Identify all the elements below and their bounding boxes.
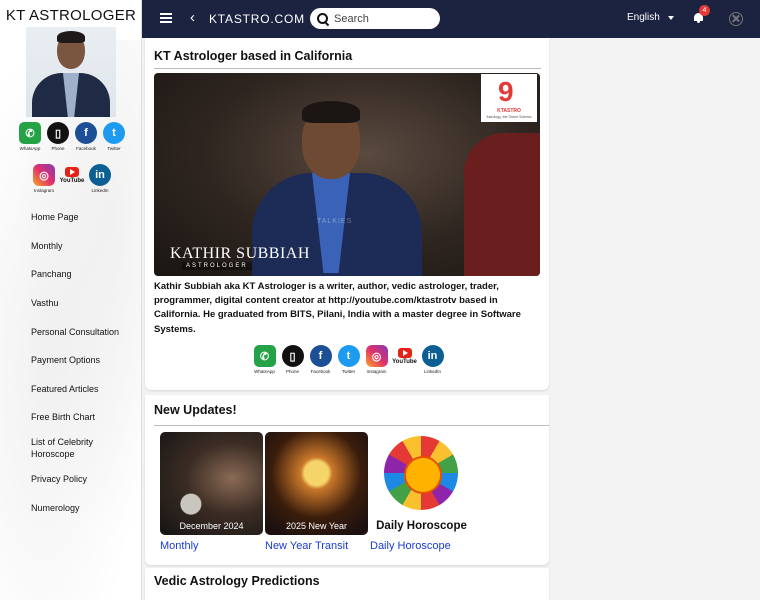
close-circle-icon[interactable] (729, 12, 743, 26)
search-box[interactable] (310, 8, 440, 29)
language-selector[interactable]: English (627, 12, 660, 23)
updates-card: New Updates! December 2024 Monthly 2025 … (145, 395, 549, 565)
vedic-title: Vedic Astrology Predictions (154, 574, 320, 588)
facebook-link[interactable]: f Facebook (308, 345, 333, 374)
facebook-icon: f (75, 122, 97, 144)
update-item-new-year[interactable]: 2025 New Year New Year Transit (265, 432, 368, 552)
linkedin-icon: in (89, 164, 111, 186)
update-link-monthly[interactable]: Monthly (160, 540, 263, 552)
sidebar-linkedin-link[interactable]: in LinkedIn (88, 164, 112, 193)
linkedin-icon: in (421, 345, 444, 367)
update-link-daily-horoscope[interactable]: Daily Horoscope (370, 540, 473, 552)
intro-divider (154, 68, 541, 69)
intro-card: KT Astrologer based in California TALKIE… (145, 38, 549, 390)
phone-link[interactable]: ▯ Phone (280, 345, 305, 374)
search-input[interactable] (334, 12, 434, 25)
phone-icon: ▯ (47, 122, 69, 144)
zodiac-wheel-icon (384, 436, 458, 510)
update-item-monthly[interactable]: December 2024 Monthly (160, 432, 263, 552)
main-content: KT Astrologer based in California TALKIE… (145, 38, 549, 600)
sidebar-social-top: ✆ WhatsApp ▯ Phone f Facebook t Twitter (18, 122, 126, 151)
youtube-link[interactable]: YouTube (392, 345, 417, 374)
instagram-link[interactable]: ◎ Instagram (364, 345, 389, 374)
twitter-icon: t (337, 345, 360, 367)
update-thumbnail[interactable]: Daily Horoscope (370, 432, 473, 535)
vedic-card: Vedic Astrology Predictions (145, 568, 549, 600)
nav-free-birth-chart[interactable]: Free Birth Chart (31, 403, 139, 432)
intro-social-row: ✆ WhatsApp ▯ Phone f Facebook t Twitter … (252, 345, 445, 374)
top-bar: ‹ KTASTRO.COM English 4 (142, 0, 760, 38)
site-title[interactable]: KT ASTROLOGER (0, 7, 141, 24)
nav-monthly[interactable]: Monthly (31, 232, 139, 261)
update-thumbnail[interactable]: 2025 New Year (265, 432, 368, 535)
notification-badge: 4 (699, 5, 710, 16)
sidebar-youtube-link[interactable]: YouTube (60, 164, 84, 193)
twitter-link[interactable]: t Twitter (336, 345, 361, 374)
whatsapp-icon: ✆ (253, 345, 276, 367)
update-item-daily-horoscope[interactable]: Daily Horoscope Daily Horoscope (370, 432, 473, 552)
sidebar-nav: Home Page Monthly Panchang Vasthu Person… (31, 203, 139, 522)
sidebar-instagram-link[interactable]: ◎ Instagram (32, 164, 56, 193)
hero-watermark: TALKIES (317, 218, 353, 225)
youtube-icon: YouTube (392, 345, 417, 367)
linkedin-link[interactable]: in LinkedIn (420, 345, 445, 374)
nav-panchang[interactable]: Panchang (31, 260, 139, 289)
updates-grid: December 2024 Monthly 2025 New Year New … (160, 432, 473, 552)
avatar (26, 27, 116, 117)
updates-divider (154, 425, 549, 426)
chevron-left-icon[interactable]: ‹ (190, 9, 195, 26)
page: KT ASTROLOGER ✆ WhatsApp ▯ Phone f Faceb… (0, 0, 760, 600)
search-icon (316, 12, 330, 26)
facebook-icon: f (309, 345, 332, 367)
whatsapp-link[interactable]: ✆ WhatsApp (252, 345, 277, 374)
bio-text: Kathir Subbiah aka KT Astrologer is a wr… (154, 281, 521, 335)
nav-featured-articles[interactable]: Featured Articles (31, 375, 139, 404)
sidebar-facebook-link[interactable]: f Facebook (74, 122, 98, 151)
sidebar-social-bottom: ◎ Instagram YouTube in LinkedIn (32, 164, 112, 193)
nav-vasthu[interactable]: Vasthu (31, 289, 139, 318)
whatsapp-icon: ✆ (19, 122, 41, 144)
update-thumbnail[interactable]: December 2024 (160, 432, 263, 535)
updates-title: New Updates! (154, 403, 237, 417)
instagram-icon: ◎ (33, 164, 55, 186)
ktastro-logo: 9 KTASTRO Astrology, the Divine Science (481, 74, 537, 122)
nav-payment-options[interactable]: Payment Options (31, 346, 139, 375)
sidebar-phone-link[interactable]: ▯ Phone (46, 122, 70, 151)
nav-home[interactable]: Home Page (31, 203, 139, 232)
sidebar-whatsapp-link[interactable]: ✆ WhatsApp (18, 122, 42, 151)
intro-title: KT Astrologer based in California (154, 49, 353, 63)
caret-down-icon[interactable] (668, 16, 674, 20)
hero-role: ASTROLOGER (182, 262, 252, 270)
youtube-icon: YouTube (60, 164, 84, 186)
nav-numerology[interactable]: Numerology (31, 493, 139, 522)
nav-personal-consultation[interactable]: Personal Consultation (31, 317, 139, 346)
twitter-icon: t (103, 122, 125, 144)
nav-celebrity-horoscope[interactable]: List of Celebrity Horoscope (31, 432, 139, 465)
brand-name[interactable]: KTASTRO.COM (209, 12, 305, 26)
sidebar-twitter-link[interactable]: t Twitter (102, 122, 126, 151)
hero-name: KATHIR SUBBIAH (170, 245, 310, 262)
update-link-new-year[interactable]: New Year Transit (265, 540, 368, 552)
hamburger-menu-icon[interactable] (160, 13, 172, 23)
phone-icon: ▯ (281, 345, 304, 367)
instagram-icon: ◎ (365, 345, 388, 367)
sidebar: KT ASTROLOGER ✆ WhatsApp ▯ Phone f Faceb… (0, 0, 142, 600)
hero-image[interactable]: TALKIES KATHIR SUBBIAH ASTROLOGER 9 KTAS… (154, 73, 540, 276)
nav-privacy-policy[interactable]: Privacy Policy (31, 465, 139, 494)
